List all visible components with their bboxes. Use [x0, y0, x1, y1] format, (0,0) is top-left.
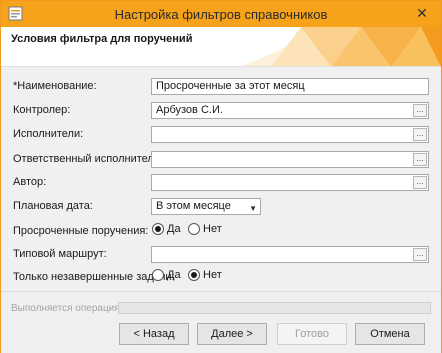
radio-selected-icon — [188, 269, 200, 281]
radio-selected-icon — [152, 223, 164, 235]
operation-progress-bar — [118, 302, 431, 314]
overdue-no-radio[interactable]: Нет — [188, 223, 222, 235]
planned-date-label: Плановая дата: — [13, 200, 93, 212]
name-label: *Наименование: — [13, 80, 97, 92]
controller-field[interactable]: Арбузов С.И. ... — [151, 102, 429, 119]
route-browse-button[interactable]: ... — [413, 248, 427, 261]
radio-unselected-icon — [152, 269, 164, 281]
name-value: Просроченные за этот месяц — [156, 80, 305, 92]
unfinished-yes-radio[interactable]: Да — [152, 269, 181, 281]
author-browse-button[interactable]: ... — [413, 176, 427, 189]
overdue-yes-label: Да — [167, 223, 181, 235]
unfinished-label: Только незавершенные задачи: — [13, 271, 175, 283]
responsible-field[interactable]: ... — [151, 151, 429, 168]
radio-unselected-icon — [188, 223, 200, 235]
decorative-banner — [243, 27, 441, 66]
dialog-window: Настройка фильтров справочников ✕ Услови… — [0, 0, 442, 353]
unfinished-no-label: Нет — [203, 269, 222, 281]
overdue-yes-radio[interactable]: Да — [152, 223, 181, 235]
planned-date-select[interactable]: В этом месяце ▼ — [151, 198, 261, 215]
controller-value: Арбузов С.И. — [156, 104, 223, 116]
author-field[interactable]: ... — [151, 174, 429, 191]
route-label: Типовой маршрут: — [13, 248, 107, 260]
overdue-label: Просроченные поручения: — [13, 225, 149, 237]
finish-button[interactable]: Готово — [277, 323, 347, 345]
filter-form: *Наименование: Просроченные за этот меся… — [1, 68, 441, 286]
header-band: Условия фильтра для поручений — [1, 27, 441, 67]
planned-date-value: В этом месяце — [156, 200, 231, 212]
executors-field[interactable]: ... — [151, 126, 429, 143]
footer-panel: Выполняется операция < Назад Далее > Гот… — [1, 291, 441, 353]
responsible-label: Ответственный исполнитель: — [13, 153, 163, 165]
controller-label: Контролер: — [13, 104, 71, 116]
chevron-down-icon: ▼ — [249, 204, 257, 213]
executors-label: Исполнители: — [13, 128, 84, 140]
operation-status-label: Выполняется операция — [11, 303, 120, 314]
back-button[interactable]: < Назад — [119, 323, 189, 345]
unfinished-yes-label: Да — [167, 269, 181, 281]
name-field[interactable]: Просроченные за этот месяц — [151, 78, 429, 95]
unfinished-no-radio[interactable]: Нет — [188, 269, 222, 281]
cancel-button[interactable]: Отмена — [355, 323, 425, 345]
next-button[interactable]: Далее > — [197, 323, 267, 345]
close-button[interactable]: ✕ — [409, 3, 435, 23]
author-label: Автор: — [13, 176, 47, 188]
overdue-no-label: Нет — [203, 223, 222, 235]
executors-browse-button[interactable]: ... — [413, 128, 427, 141]
window-title: Настройка фильтров справочников — [114, 7, 328, 22]
title-bar: Настройка фильтров справочников ✕ — [1, 1, 441, 27]
route-field[interactable]: ... — [151, 246, 429, 263]
responsible-browse-button[interactable]: ... — [413, 153, 427, 166]
filter-heading: Условия фильтра для поручений — [11, 33, 193, 45]
controller-browse-button[interactable]: ... — [413, 104, 427, 117]
